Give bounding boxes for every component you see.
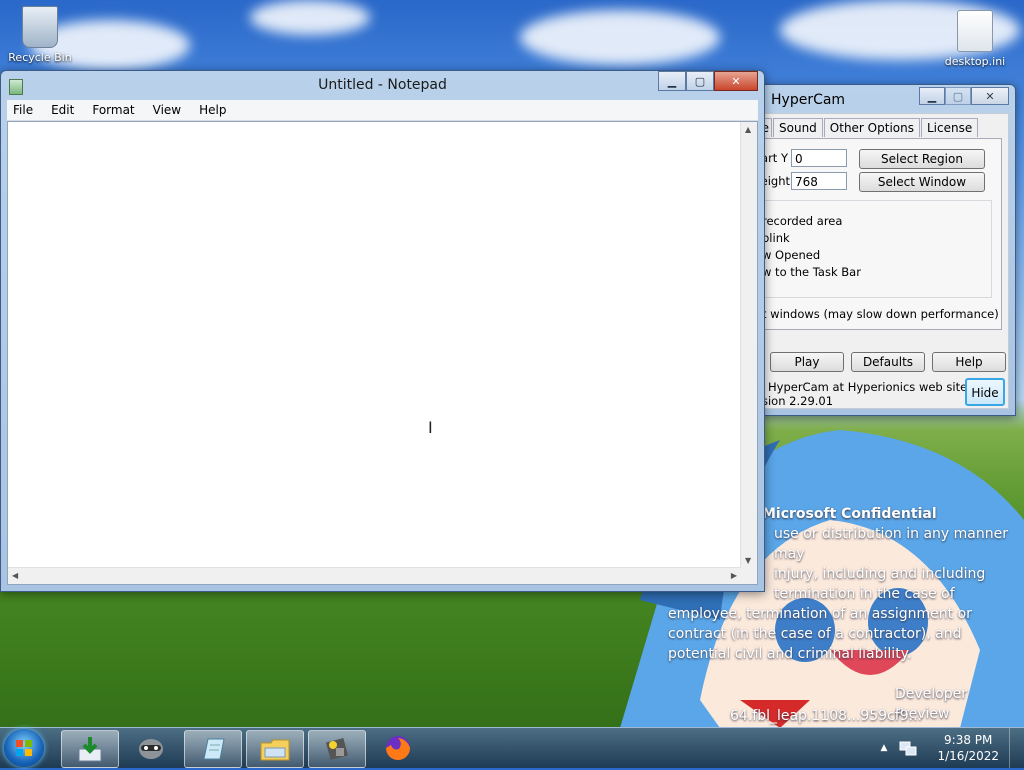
system-tray: ▲ 9:38 PM 1/16/2022 xyxy=(881,728,1024,768)
network-icon[interactable] xyxy=(899,740,917,756)
menu-file[interactable]: File xyxy=(7,103,42,117)
hypercam-tabs: File Sound Other Options License xyxy=(752,118,979,137)
start-button[interactable] xyxy=(4,729,44,767)
clock-date: 1/16/2022 xyxy=(937,749,999,763)
menu-edit[interactable]: Edit xyxy=(42,103,83,117)
scroll-up-icon[interactable]: ▲ xyxy=(745,125,751,134)
maximize-button[interactable]: ▢ xyxy=(686,71,714,91)
notepad-titlebar[interactable]: Untitled - Notepad ▁ ▢ ✕ xyxy=(1,71,764,99)
notepad-title: Untitled - Notepad xyxy=(318,77,447,93)
windows-logo-icon xyxy=(16,740,32,756)
notepad-text-area[interactable]: I ▲ ▼ ◀ ▶ xyxy=(7,121,758,585)
hypercam-title: HyperCam xyxy=(771,92,846,108)
show-hidden-icons-icon[interactable]: ▲ xyxy=(881,743,888,753)
option-layered-windows[interactable]: t windows (may slow down performance) xyxy=(762,307,999,321)
minimize-button[interactable]: ▁ xyxy=(658,71,686,91)
watermark-build-line2: 64.fbl_leap.1108...959cf9... xyxy=(730,708,922,724)
taskbar-item-installer[interactable] xyxy=(61,730,119,768)
close-button[interactable]: ✕ xyxy=(714,71,758,91)
option-opened[interactable]: w Opened xyxy=(762,248,820,262)
watermark-line: potential civil and criminal liability. xyxy=(668,646,912,662)
clock-time: 9:38 PM xyxy=(944,733,993,747)
minimize-button[interactable]: ▁ xyxy=(919,87,945,105)
option-show-recorded-area[interactable]: recorded area xyxy=(762,214,842,228)
height-field[interactable]: 768 xyxy=(791,172,847,190)
option-taskbar[interactable]: w to the Task Bar xyxy=(762,265,861,279)
notepad-window[interactable]: Untitled - Notepad ▁ ▢ ✕ File Edit Forma… xyxy=(0,70,765,592)
film-camera-icon xyxy=(325,737,349,761)
watermark-confidential: Microsoft Confidential xyxy=(762,504,937,524)
close-button[interactable]: ✕ xyxy=(971,87,1009,105)
watermark-heading: Microsoft Confidential xyxy=(762,506,937,522)
vertical-scrollbar[interactable]: ▲ ▼ xyxy=(740,122,757,568)
size-grip[interactable] xyxy=(741,568,757,584)
select-region-button[interactable]: Select Region xyxy=(859,149,985,169)
option-blink[interactable]: blink xyxy=(762,231,790,245)
taskbar-item-explorer[interactable] xyxy=(246,730,304,768)
scroll-down-icon[interactable]: ▼ xyxy=(745,556,751,565)
taskbar: ▲ 9:38 PM 1/16/2022 xyxy=(0,727,1024,768)
clock[interactable]: 9:38 PM 1/16/2022 xyxy=(927,732,1009,764)
defaults-button[interactable]: Defaults xyxy=(851,352,925,372)
taskbar-item-notepad[interactable] xyxy=(184,730,242,768)
tab-license[interactable]: License xyxy=(920,118,979,137)
watermark-line: employee, termination of an assignment o… xyxy=(668,606,972,622)
ini-file-icon xyxy=(957,10,993,52)
taskbar-item-raccoon[interactable] xyxy=(123,730,179,766)
firefox-icon xyxy=(386,736,410,760)
scroll-left-icon[interactable]: ◀ xyxy=(12,571,18,580)
menu-help[interactable]: Help xyxy=(190,103,235,117)
tab-other-options[interactable]: Other Options xyxy=(823,118,920,137)
notepad-icon xyxy=(203,738,225,760)
start-y-field[interactable]: 0 xyxy=(791,149,847,167)
notepad-menubar: File Edit Format View Help xyxy=(7,100,758,121)
notepad-content xyxy=(8,122,757,130)
desktop-icon-label: desktop.ini xyxy=(944,55,1006,68)
raccoon-icon xyxy=(139,739,163,759)
recycle-bin-icon xyxy=(22,6,58,48)
menu-format[interactable]: Format xyxy=(83,103,143,117)
hide-button[interactable]: Hide xyxy=(965,378,1005,406)
watermark-line: contract (in the case of a contractor), … xyxy=(668,626,962,642)
desktop-icon-recycle-bin[interactable]: Recycle Bin xyxy=(0,6,80,64)
text-cursor-icon: I xyxy=(428,418,433,437)
maximize-button[interactable]: ▢ xyxy=(945,87,971,105)
help-button[interactable]: Help xyxy=(932,352,1006,372)
taskbar-item-firefox[interactable] xyxy=(370,730,426,766)
tab-sound[interactable]: Sound xyxy=(773,118,823,137)
desktop-icon-desktop-ini[interactable]: desktop.ini xyxy=(935,10,1015,68)
play-button[interactable]: Play xyxy=(770,352,844,372)
scroll-right-icon[interactable]: ▶ xyxy=(731,571,737,580)
taskbar-item-hypercam[interactable] xyxy=(308,730,366,768)
footer-version: sion 2.29.01 xyxy=(762,394,834,408)
download-installer-icon xyxy=(78,737,102,762)
desktop-icon-label: Recycle Bin xyxy=(8,51,72,64)
select-window-button[interactable]: Select Window xyxy=(859,172,985,192)
menu-view[interactable]: View xyxy=(144,103,190,117)
horizontal-scrollbar[interactable]: ◀ ▶ xyxy=(8,567,741,584)
folder-icon xyxy=(260,739,290,761)
show-desktop-button[interactable] xyxy=(1009,728,1024,768)
